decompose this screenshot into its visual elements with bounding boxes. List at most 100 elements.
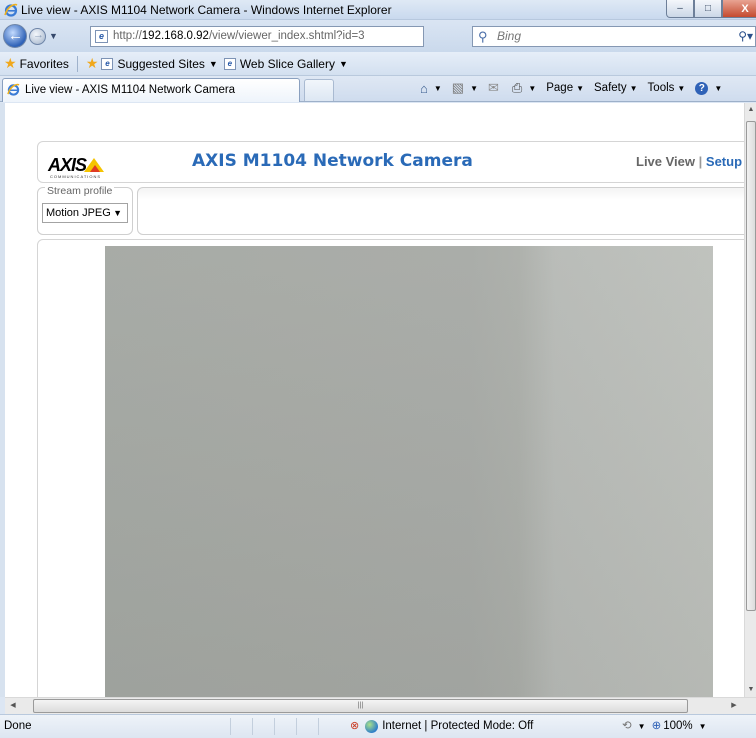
horizontal-scrollbar[interactable]: ◀ ||| ▶ <box>5 697 756 714</box>
command-bar: ⌂ ▼ ▧ ▼ ✉ ⎙ ▼ Page ▼ Safety ▼ Tools ▼ ? ▼ <box>420 80 732 96</box>
tab-label: Live view - AXIS M1104 Network Camera <box>25 84 236 96</box>
logo-subtitle: COMMUNICATIONS <box>50 174 102 179</box>
favorite-item-label: Web Slice Gallery <box>239 56 335 71</box>
page-menu-label: Page <box>546 82 574 94</box>
page-icon: e <box>95 30 108 43</box>
page-menu[interactable]: Page ▼ <box>546 82 584 94</box>
print-button[interactable]: ⎙ ▼ <box>512 80 536 96</box>
search-field[interactable]: ⚲ Bing ⚲▾ <box>472 26 756 47</box>
favorites-bar: ★ Favorites ★ e Suggested Sites ▼ e Web … <box>0 52 756 76</box>
navigation-bar: ← → ▼ e http://192.168.0.92/view/viewer_… <box>0 20 756 52</box>
status-separator <box>230 718 231 735</box>
tab-strip: Live view - AXIS M1104 Network Camera ⌂ ▼… <box>0 76 756 102</box>
url-path: /view/viewer_index.shtml?id=3 <box>208 30 365 42</box>
feeds-button[interactable]: ▧ ▼ <box>452 80 478 96</box>
zoom-label: 100% <box>663 720 693 732</box>
horizontal-scroll-thumb[interactable]: ||| <box>33 699 688 713</box>
chevron-down-icon: ▼ <box>208 58 218 69</box>
printer-icon: ⎙ <box>511 80 523 95</box>
recent-pages-dropdown[interactable]: ▼ <box>49 31 58 41</box>
stream-profile-value: Motion JPEG <box>46 207 111 219</box>
setup-link[interactable]: Setup <box>706 154 742 169</box>
window-controls: – □ X <box>666 0 756 18</box>
chevron-down-icon: ▼ <box>433 83 442 93</box>
back-arrow-icon: ← <box>8 27 23 44</box>
viewer-toolbar <box>137 187 756 235</box>
live-video-image[interactable] <box>105 246 713 697</box>
chevron-down-icon: ▼ <box>528 83 537 93</box>
logo-text: AXIS <box>48 155 87 175</box>
favorites-button[interactable]: Favorites <box>20 57 69 71</box>
favorite-item-label: Suggested Sites <box>117 56 205 71</box>
browser-window: Live view - AXIS M1104 Network Camera - … <box>0 0 756 738</box>
add-favorite-icon[interactable]: ★ <box>86 55 99 72</box>
chevron-down-icon: ▼ <box>629 83 638 93</box>
rss-feed-icon: ▧ <box>451 80 465 95</box>
stream-profile-legend: Stream profile <box>45 185 115 197</box>
forward-button[interactable]: → <box>29 28 46 45</box>
zoom-level[interactable]: ⊕ 100% <box>652 715 693 738</box>
search-placeholder: Bing <box>497 29 522 43</box>
zoom-controls: ⟲ ▼ ⊕ 100% ▼ <box>622 715 707 738</box>
scroll-down-icon[interactable]: ▼ <box>745 683 756 697</box>
title-bar[interactable]: Live view - AXIS M1104 Network Camera - … <box>0 0 756 20</box>
address-field[interactable]: e http://192.168.0.92/view/viewer_index.… <box>90 26 424 47</box>
scroll-left-icon[interactable]: ◀ <box>5 698 21 714</box>
scroll-right-icon[interactable]: ▶ <box>726 698 742 714</box>
safety-menu[interactable]: Safety ▼ <box>594 82 638 94</box>
internet-explorer-icon <box>4 3 18 17</box>
tab-live-view[interactable]: Live view - AXIS M1104 Network Camera <box>2 78 300 102</box>
chevron-down-icon: ▼ <box>470 83 478 93</box>
close-button[interactable]: X <box>722 0 756 18</box>
home-button[interactable]: ⌂ ▼ <box>420 81 442 96</box>
favorite-item-suggested-sites[interactable]: e Suggested Sites ▼ <box>101 56 218 71</box>
favorite-item-web-slice-gallery[interactable]: e Web Slice Gallery ▼ <box>223 56 348 71</box>
status-separator <box>318 718 319 735</box>
security-zone[interactable]: ⊗ Internet | Protected Mode: Off <box>350 715 533 738</box>
status-separator <box>296 718 297 735</box>
page-icon: e <box>223 57 236 70</box>
page-title: AXIS M1104 Network Camera <box>192 151 473 171</box>
vertical-scroll-thumb[interactable] <box>746 121 756 611</box>
internet-globe-icon <box>365 720 379 733</box>
camera-page: AXIS COMMUNICATIONS AXIS M1104 Network C… <box>31 103 756 697</box>
chevron-down-icon: ▼ <box>576 83 585 93</box>
forward-arrow-icon: → <box>33 29 44 41</box>
internet-explorer-icon <box>7 83 20 96</box>
live-view-link[interactable]: Live View <box>636 154 695 169</box>
chevron-down-icon: ▼ <box>338 58 348 69</box>
read-mail-button[interactable]: ✉ <box>488 80 502 96</box>
home-icon: ⌂ <box>420 80 428 96</box>
search-go-icon[interactable]: ⚲▾ <box>738 27 753 46</box>
help-icon: ? <box>695 81 709 95</box>
minimize-button[interactable]: – <box>666 0 694 18</box>
mail-icon: ✉ <box>488 80 499 95</box>
status-separator <box>252 718 253 735</box>
back-button[interactable]: ← <box>3 24 27 48</box>
security-zone-label: Internet | Protected Mode: Off <box>382 720 534 732</box>
axis-logo[interactable]: AXIS <box>48 155 105 176</box>
favorites-separator <box>76 55 78 72</box>
chevron-down-icon: ▼ <box>677 83 686 93</box>
tools-menu[interactable]: Tools ▼ <box>648 82 686 94</box>
page-header: AXIS COMMUNICATIONS AXIS M1104 Network C… <box>37 141 756 183</box>
help-menu[interactable]: ? ▼ <box>695 81 722 95</box>
page-content: AXIS COMMUNICATIONS AXIS M1104 Network C… <box>0 103 756 697</box>
maximize-button[interactable]: □ <box>694 0 722 18</box>
chevron-down-icon[interactable]: ▼ <box>638 715 646 738</box>
vertical-scrollbar[interactable]: ▲ ▼ <box>744 103 756 697</box>
search-icon: ⚲ <box>478 29 488 44</box>
axis-triangle-icon <box>84 158 105 172</box>
change-status-bar-icon[interactable]: ⟲ <box>622 715 632 738</box>
scroll-up-icon[interactable]: ▲ <box>745 103 756 117</box>
status-text: Done <box>4 720 32 732</box>
window-title: Live view - AXIS M1104 Network Camera - … <box>21 3 392 17</box>
page-icon: e <box>101 57 114 70</box>
top-navigation: Live View | Setup | H <box>636 154 756 169</box>
new-tab-button[interactable] <box>304 79 334 101</box>
chevron-down-icon[interactable]: ▼ <box>699 715 707 738</box>
stream-profile-select[interactable]: Motion JPEG ▼ <box>42 203 128 223</box>
zoom-icon: ⊕ <box>651 720 662 732</box>
tools-menu-label: Tools <box>647 82 675 94</box>
nav-separator: | <box>698 154 703 169</box>
